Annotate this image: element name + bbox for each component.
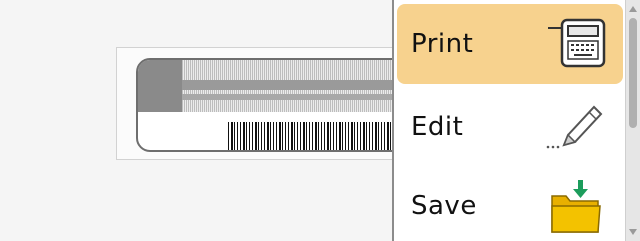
label-preview: [116, 47, 406, 160]
menu-item-print[interactable]: Print: [397, 4, 623, 84]
menu-item-label: Print: [411, 29, 474, 59]
menu-item-label: Edit: [411, 112, 464, 142]
label-editor-screen: Print Edit Save: [0, 0, 640, 241]
pencil-icon: [541, 97, 609, 157]
scroll-down-icon[interactable]: [629, 229, 637, 235]
tape-header-block: [138, 60, 405, 112]
menu-item-save[interactable]: Save: [397, 166, 623, 241]
folder-save-icon: [541, 176, 609, 236]
label-tape: [136, 58, 405, 152]
scroll-thumb[interactable]: [629, 18, 637, 128]
printer-icon: [541, 14, 609, 74]
barcode-icon: [228, 122, 398, 150]
menu-item-label: Save: [411, 191, 477, 221]
context-menu: Print Edit Save: [392, 0, 625, 241]
menu-item-edit[interactable]: Edit: [397, 87, 623, 167]
scroll-up-icon[interactable]: [629, 6, 637, 12]
menu-scrollbar[interactable]: [625, 0, 640, 241]
